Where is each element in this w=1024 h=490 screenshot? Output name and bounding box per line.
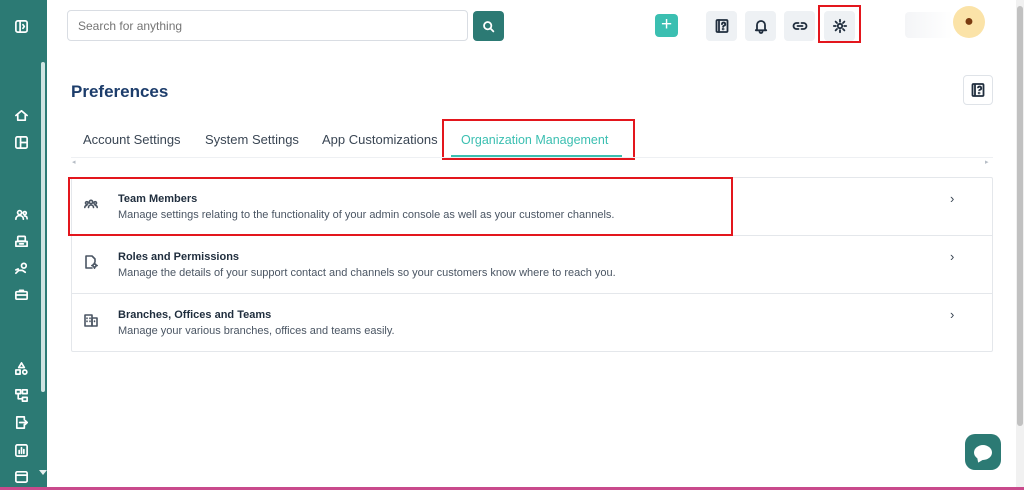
item-title: Roles and Permissions (118, 251, 240, 263)
tabs-divider (71, 157, 993, 158)
main-content: Preferences Account Settings System Sett… (47, 50, 1024, 490)
search-button[interactable] (473, 11, 504, 41)
notifications-button[interactable] (745, 11, 776, 41)
help-book-icon (715, 19, 728, 33)
search-icon (483, 20, 495, 32)
report-icon[interactable] (11, 440, 31, 460)
search-input[interactable] (67, 10, 468, 41)
shapes-icon[interactable] (11, 358, 31, 378)
list-item-branches-offices-teams[interactable]: Branches, Offices and Teams Manage your … (72, 294, 992, 352)
link-icon (792, 22, 807, 30)
sidebar-scrollbar[interactable] (41, 62, 45, 392)
calendar-icon[interactable] (11, 466, 31, 486)
item-title: Branches, Offices and Teams (118, 309, 272, 321)
briefcase-icon[interactable] (11, 284, 31, 304)
page-scrollbar-thumb[interactable] (1017, 6, 1023, 426)
item-description: Manage the details of your support conta… (118, 267, 616, 279)
export-icon[interactable] (11, 412, 31, 432)
tabs-scroll-left-icon[interactable]: ◂ (72, 158, 76, 166)
org-icon[interactable] (11, 385, 31, 405)
top-bar: + ● (47, 0, 1024, 50)
panel-toggle-icon[interactable] (11, 16, 31, 36)
add-button[interactable]: + (655, 14, 678, 37)
chevron-right-icon[interactable]: › (950, 249, 954, 264)
tab-system-settings[interactable]: System Settings (205, 132, 299, 147)
tabs-scroll-right-icon[interactable]: ▸ (985, 158, 989, 166)
list-item-roles-and-permissions[interactable]: Roles and Permissions Manage the details… (72, 236, 992, 294)
roles-icon (83, 254, 101, 272)
chat-button[interactable] (965, 434, 1001, 470)
sidebar (0, 0, 47, 490)
tab-app-customizations[interactable]: App Customizations (322, 132, 438, 147)
tab-account-settings[interactable]: Account Settings (83, 132, 181, 147)
bell-icon (754, 20, 767, 34)
layout-icon[interactable] (11, 132, 31, 152)
link-button[interactable] (784, 11, 815, 41)
customer-settings-icon[interactable] (11, 258, 31, 278)
chevron-right-icon[interactable]: › (950, 191, 954, 206)
sidebar-scroll-down-icon[interactable] (39, 470, 47, 475)
help-book-icon (971, 83, 985, 97)
chat-bubble-icon (974, 444, 992, 460)
users-icon[interactable] (11, 204, 31, 224)
page-help-button[interactable] (963, 75, 993, 105)
avatar[interactable]: ● (953, 6, 985, 38)
home-icon[interactable] (11, 105, 31, 125)
chevron-right-icon[interactable]: › (950, 307, 954, 322)
building-icon (83, 312, 101, 330)
page-scrollbar[interactable] (1016, 0, 1024, 490)
settings-highlight (818, 5, 861, 43)
item-description: Manage your various branches, offices an… (118, 325, 395, 337)
help-book-button[interactable] (706, 11, 737, 41)
page-title: Preferences (71, 82, 169, 101)
inbox-icon[interactable] (11, 231, 31, 251)
user-name (905, 12, 953, 38)
team-members-highlight (68, 177, 733, 236)
tab-highlight (442, 119, 635, 160)
